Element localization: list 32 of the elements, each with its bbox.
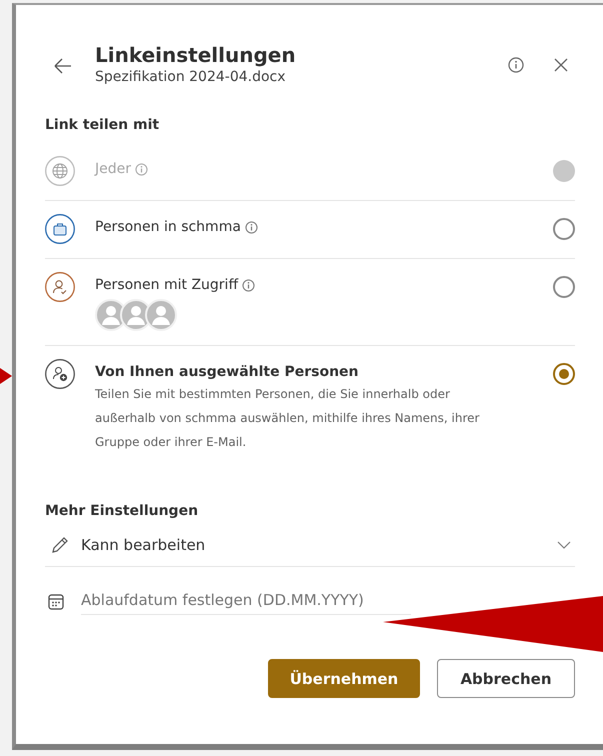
section-heading: Link teilen mit bbox=[45, 117, 160, 133]
info-button[interactable] bbox=[508, 57, 524, 73]
calendar-icon bbox=[48, 594, 64, 610]
option-label: Jeder bbox=[95, 161, 131, 177]
close-icon bbox=[553, 57, 569, 73]
person-add-icon bbox=[45, 359, 75, 389]
briefcase-icon bbox=[45, 214, 75, 244]
close-button[interactable] bbox=[553, 57, 569, 73]
back-button[interactable] bbox=[53, 57, 72, 75]
chevron-down-icon bbox=[557, 540, 571, 550]
apply-button[interactable]: Übernehmen bbox=[268, 659, 420, 698]
person-check-icon bbox=[45, 272, 75, 302]
option-label: Von Ihnen ausgewählte Personen bbox=[95, 364, 359, 380]
globe-icon bbox=[45, 156, 75, 186]
back-arrow-icon bbox=[53, 57, 72, 75]
radio-button[interactable] bbox=[553, 218, 575, 240]
annotation-arrow bbox=[0, 368, 12, 384]
file-name: Spezifikation 2024-04.docx bbox=[95, 69, 287, 85]
pencil-icon bbox=[49, 535, 69, 555]
avatar-icon bbox=[145, 299, 177, 331]
section-heading: Mehr Einstellungen bbox=[45, 503, 200, 519]
info-icon[interactable] bbox=[244, 220, 258, 234]
radio-button[interactable] bbox=[553, 276, 575, 298]
dialog-title: Linkeinstellungen bbox=[95, 43, 297, 67]
option-label: Personen in schmma bbox=[95, 219, 241, 235]
cancel-button[interactable]: Abbrechen bbox=[437, 659, 575, 698]
permission-dropdown[interactable]: Kann bearbeiten bbox=[45, 531, 575, 567]
info-icon bbox=[508, 57, 524, 73]
radio-button[interactable] bbox=[553, 363, 575, 385]
option-label: Personen mit Zugriff bbox=[95, 277, 238, 293]
info-icon[interactable] bbox=[242, 278, 256, 292]
option-description: Teilen Sie mit bestimmten Personen, die Sie innerhalb oder außerhalb von schmma auswählen, mithilfe ihres Namens, ihrer Gruppe oder ihrer E-Mail. bbox=[95, 386, 480, 451]
